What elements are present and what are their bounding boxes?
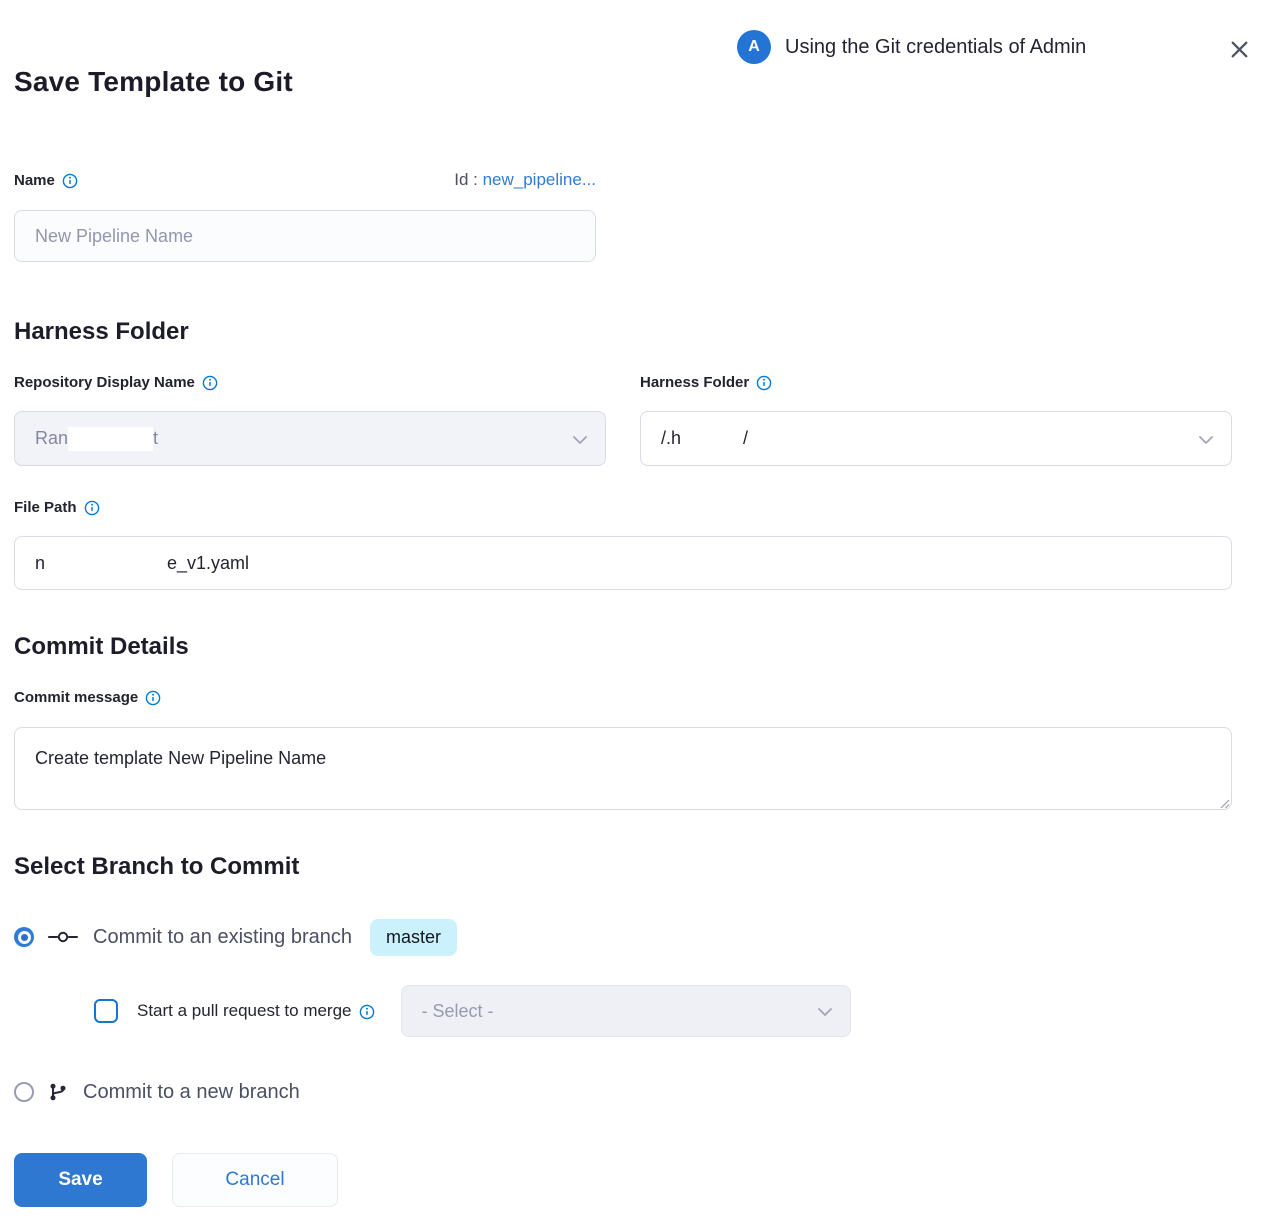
harness-folder-label: Harness Folder — [640, 374, 749, 391]
name-input[interactable] — [14, 210, 596, 262]
info-icon[interactable] — [756, 375, 772, 391]
close-icon[interactable] — [1227, 37, 1251, 61]
chevron-down-icon — [1199, 428, 1213, 449]
commit-message-label: Commit message — [14, 689, 138, 706]
git-branch-icon — [48, 1082, 68, 1102]
credentials-note: Using the Git credentials of Admin — [785, 36, 1086, 59]
info-icon[interactable] — [84, 500, 100, 516]
redaction-overlay — [681, 427, 743, 451]
repository-label-row: Repository Display Name — [14, 374, 218, 391]
save-template-to-git-dialog: A Using the Git credentials of Admin Sav… — [0, 0, 1280, 1226]
commit-message-input[interactable]: Create template New Pipeline Name — [14, 727, 1232, 810]
commit-details-heading: Commit Details — [14, 633, 189, 661]
harness-folder-heading: Harness Folder — [14, 318, 189, 346]
existing-branch-label: Commit to an existing branch — [93, 926, 352, 949]
name-label: Name — [14, 172, 55, 189]
redaction-overlay — [68, 427, 153, 451]
branch-section-heading: Select Branch to Commit — [14, 853, 299, 881]
cancel-button[interactable]: Cancel — [172, 1153, 338, 1207]
existing-branch-radio[interactable] — [14, 927, 34, 947]
git-credentials-banner: A Using the Git credentials of Admin — [737, 30, 1086, 64]
target-branch-placeholder: - Select - — [422, 1001, 494, 1022]
chevron-down-icon — [573, 428, 587, 449]
target-branch-select[interactable]: - Select - — [401, 985, 851, 1037]
new-branch-label: Commit to a new branch — [83, 1081, 300, 1104]
repository-value-end: t — [153, 428, 158, 449]
info-icon[interactable] — [145, 690, 161, 706]
template-id: Id : new_pipeline... — [454, 170, 596, 190]
pull-request-row: Start a pull request to merge - Select - — [94, 985, 851, 1037]
chevron-down-icon — [818, 1001, 832, 1022]
info-icon[interactable] — [62, 173, 78, 189]
repository-value-start: Ran — [35, 428, 68, 449]
info-icon[interactable] — [202, 375, 218, 391]
folder-value-end: / — [743, 428, 748, 449]
existing-branch-row: Commit to an existing branch master — [14, 917, 457, 957]
save-button[interactable]: Save — [14, 1153, 147, 1207]
repository-label: Repository Display Name — [14, 374, 195, 391]
folder-value-start: /.h — [661, 428, 681, 449]
branch-tag-master[interactable]: master — [370, 919, 457, 956]
commit-message-label-row: Commit message — [14, 689, 161, 706]
file-path-value-end: e_v1.yaml — [167, 553, 249, 574]
name-label-row: Name Id : new_pipeline... — [14, 170, 596, 190]
page-title: Save Template to Git — [14, 66, 293, 98]
git-commit-icon — [48, 930, 78, 944]
avatar: A — [737, 30, 771, 64]
pull-request-label: Start a pull request to merge — [137, 1001, 352, 1021]
repository-select[interactable]: Ran t — [14, 411, 606, 466]
new-branch-radio[interactable] — [14, 1082, 34, 1102]
harness-folder-label-row: Harness Folder — [640, 374, 772, 391]
redaction-overlay — [45, 551, 167, 575]
file-path-value-start: n — [35, 553, 45, 574]
new-branch-row: Commit to a new branch — [14, 1078, 300, 1106]
file-path-label-row: File Path — [14, 499, 100, 516]
file-path-input[interactable]: n e_v1.yaml — [14, 536, 1232, 590]
pull-request-checkbox[interactable] — [94, 999, 118, 1023]
id-prefix: Id : — [454, 170, 482, 189]
id-value-link[interactable]: new_pipeline... — [483, 170, 596, 189]
dialog-actions: Save Cancel — [14, 1153, 338, 1207]
harness-folder-select[interactable]: /.h / — [640, 411, 1232, 466]
info-icon[interactable] — [359, 1004, 375, 1020]
file-path-label: File Path — [14, 499, 77, 516]
